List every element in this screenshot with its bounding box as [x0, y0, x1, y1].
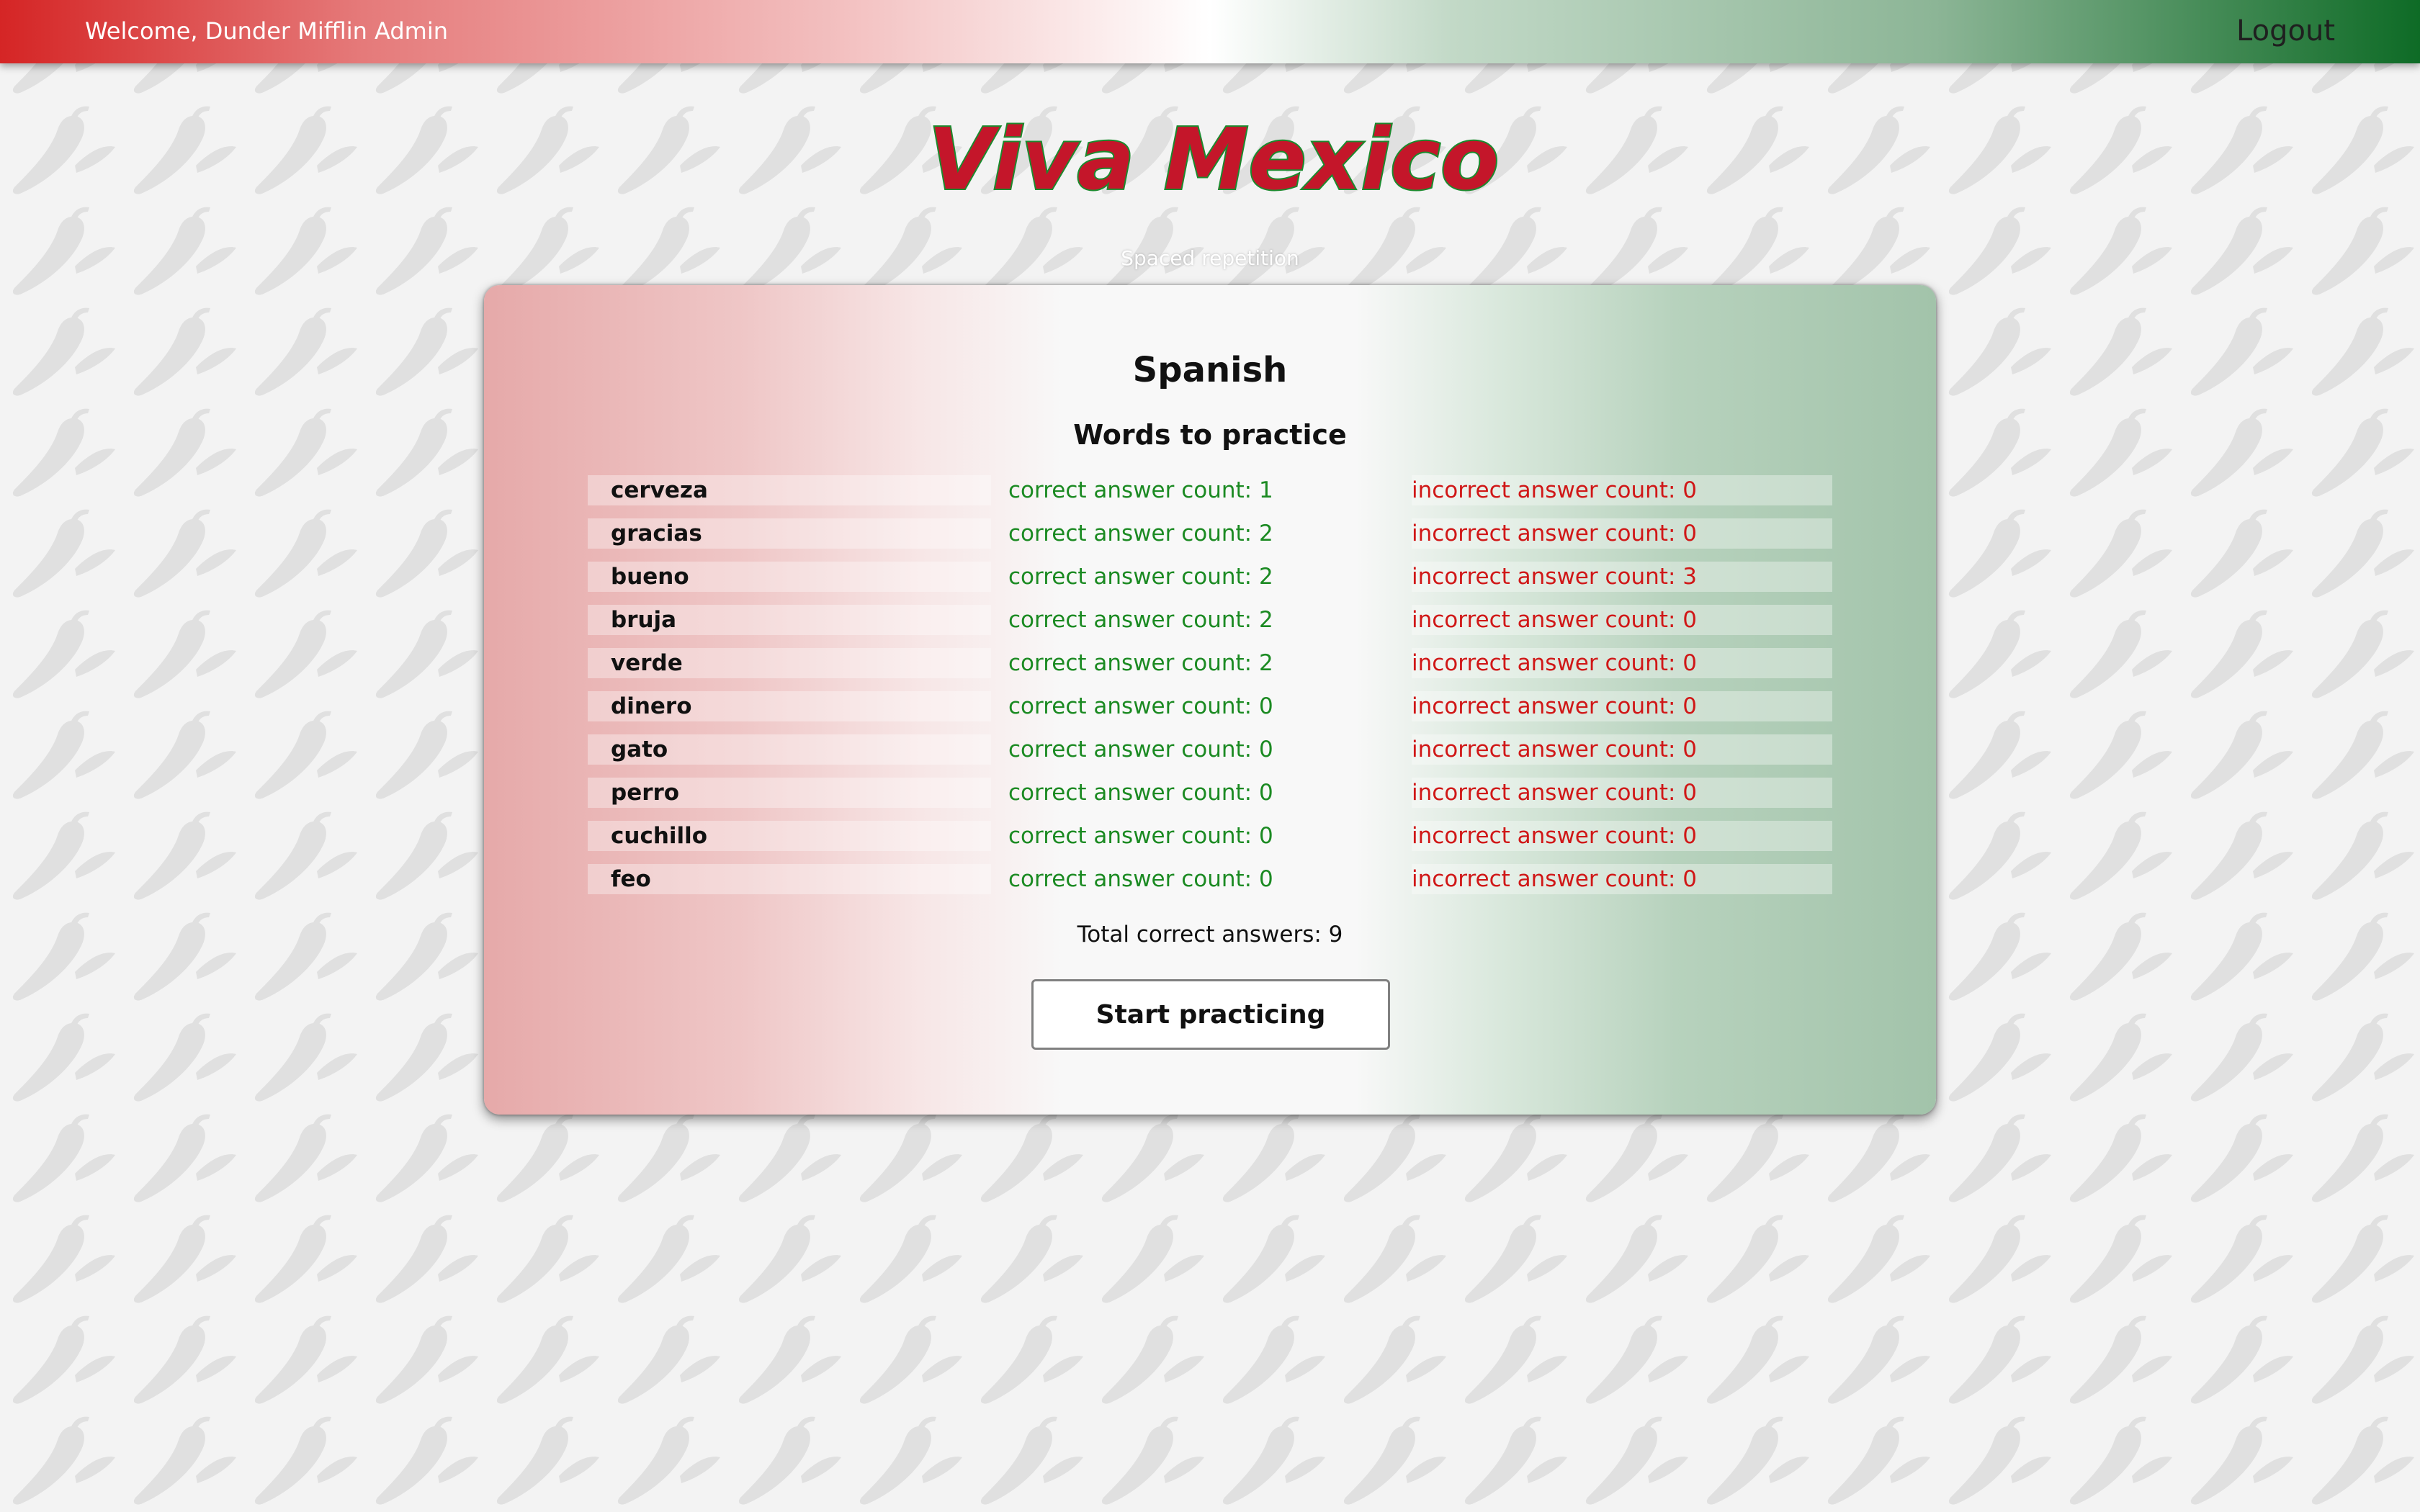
word-label: perro: [588, 778, 991, 808]
incorrect-count: incorrect answer count: 0: [1412, 691, 1832, 721]
incorrect-count: incorrect answer count: 0: [1412, 648, 1832, 678]
word-row: dinero correct answer count: 0 incorrect…: [588, 691, 1832, 734]
word-label: verde: [588, 648, 991, 678]
logout-button[interactable]: Logout: [2236, 14, 2335, 48]
word-label: bruja: [588, 605, 991, 635]
correct-count: correct answer count: 1: [1008, 477, 1273, 503]
incorrect-count: incorrect answer count: 0: [1412, 821, 1832, 851]
word-row: cerveza correct answer count: 1 incorrec…: [588, 475, 1832, 518]
app-logo: ¡Viva Mexico!: [929, 108, 1498, 210]
word-row: cuchillo correct answer count: 0 incorre…: [588, 821, 1832, 864]
app-subtitle: Spaced repetition: [1121, 246, 1299, 270]
word-row: bruja correct answer count: 2 incorrect …: [588, 605, 1832, 648]
start-practicing-button[interactable]: Start practicing: [1031, 979, 1390, 1050]
incorrect-count: incorrect answer count: 0: [1412, 734, 1832, 765]
word-row: feo correct answer count: 0 incorrect an…: [588, 864, 1832, 907]
correct-count: correct answer count: 2: [1008, 607, 1273, 633]
correct-count: correct answer count: 0: [1008, 866, 1273, 892]
word-list: cerveza correct answer count: 1 incorrec…: [588, 475, 1832, 907]
word-label: cuchillo: [588, 821, 991, 851]
word-label: dinero: [588, 691, 991, 721]
language-title: Spanish: [1132, 350, 1288, 390]
correct-count: correct answer count: 0: [1008, 780, 1273, 806]
incorrect-count: incorrect answer count: 0: [1412, 605, 1832, 635]
correct-count: correct answer count: 2: [1008, 521, 1273, 546]
word-row: verde correct answer count: 2 incorrect …: [588, 648, 1832, 691]
word-label: gato: [588, 734, 991, 765]
correct-count: correct answer count: 0: [1008, 823, 1273, 849]
correct-count: correct answer count: 2: [1008, 650, 1273, 676]
app-logo-text: ¡Viva Mexico!: [929, 109, 1498, 209]
top-bar: Welcome, Dunder Mifflin Admin Logout: [0, 0, 2420, 63]
incorrect-count: incorrect answer count: 0: [1412, 518, 1832, 549]
welcome-text: Welcome, Dunder Mifflin Admin: [85, 17, 449, 45]
incorrect-count: incorrect answer count: 0: [1412, 864, 1832, 894]
incorrect-count: incorrect answer count: 0: [1412, 778, 1832, 808]
incorrect-count: incorrect answer count: 0: [1412, 475, 1832, 505]
word-label: bueno: [588, 562, 991, 592]
word-row: gracias correct answer count: 2 incorrec…: [588, 518, 1832, 562]
correct-count: correct answer count: 0: [1008, 737, 1273, 762]
dashboard-card: Spanish Words to practice cerveza correc…: [484, 285, 1936, 1115]
word-label: feo: [588, 864, 991, 894]
incorrect-count: incorrect answer count: 3: [1412, 562, 1832, 592]
word-row: bueno correct answer count: 2 incorrect …: [588, 562, 1832, 605]
total-correct-answers: Total correct answers: 9: [1077, 922, 1343, 948]
word-row: perro correct answer count: 0 incorrect …: [588, 778, 1832, 821]
words-section-title: Words to practice: [1073, 419, 1347, 451]
word-row: gato correct answer count: 0 incorrect a…: [588, 734, 1832, 778]
word-label: gracias: [588, 518, 991, 549]
word-label: cerveza: [588, 475, 991, 505]
correct-count: correct answer count: 0: [1008, 693, 1273, 719]
correct-count: correct answer count: 2: [1008, 564, 1273, 590]
